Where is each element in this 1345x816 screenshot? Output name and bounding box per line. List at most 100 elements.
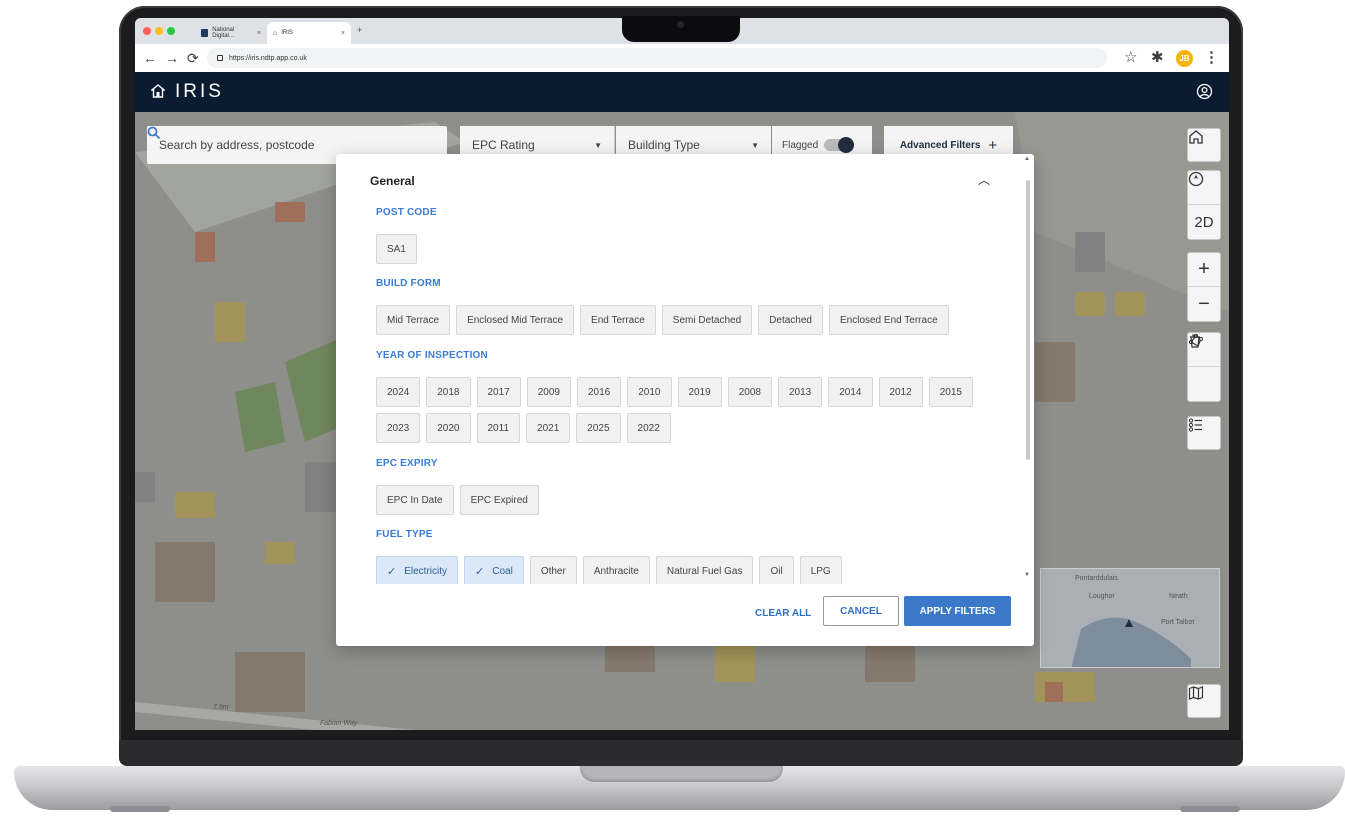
filter-chip[interactable]: 2023 (376, 413, 421, 443)
scroll-up-arrow-icon[interactable]: ▲ (1024, 156, 1030, 162)
lock-icon (217, 55, 223, 61)
filter-chip[interactable]: Enclosed Mid Terrace (456, 305, 575, 335)
legend-button[interactable] (1187, 416, 1221, 450)
filter-chip[interactable]: Semi Detached (661, 305, 753, 335)
minus-icon: − (1198, 292, 1210, 315)
filter-chip[interactable]: LPG (799, 556, 842, 584)
scroll-thumb[interactable] (1026, 180, 1030, 460)
filter-chip[interactable]: 2011 (476, 413, 521, 443)
filter-chip[interactable]: 2012 (878, 377, 923, 407)
filter-chip[interactable]: Natural Fuel Gas (655, 556, 754, 584)
plus-icon: + (1198, 258, 1210, 280)
filter-chip[interactable]: Anthracite (582, 556, 650, 584)
minimap-place-label: Neath (1169, 593, 1188, 600)
minimap-place-label: Loughor (1089, 593, 1115, 600)
tab-close-icon[interactable]: × (257, 30, 261, 37)
window-minimize-icon[interactable] (155, 27, 163, 35)
filters-scroll-area[interactable]: General ︿ POST CODE SA1 BUILD FORM Mid T… (336, 154, 1022, 584)
filter-chip[interactable]: EPC In Date (376, 485, 454, 515)
filter-chip[interactable]: 2014 (828, 377, 873, 407)
filter-chip[interactable]: Detached (758, 305, 823, 335)
zoom-in-button[interactable]: + (1188, 253, 1220, 287)
search-placeholder: Search by address, postcode (159, 138, 315, 152)
home-icon (1189, 130, 1203, 144)
compass-icon (1188, 171, 1204, 187)
new-tab-icon[interactable]: + (357, 25, 362, 35)
user-account-icon[interactable] (1196, 83, 1213, 100)
browser-tab-national-digital[interactable]: National Digital... × (195, 22, 267, 44)
laptop-bezel-bottom (119, 740, 1243, 766)
epc-expiry-options: EPC In Date EPC Expired (376, 485, 539, 515)
extensions-puzzle-icon[interactable]: ✱ (1151, 48, 1164, 66)
home-favicon-icon: ⌂ (273, 29, 278, 37)
chevron-up-icon[interactable]: ︿ (978, 171, 990, 188)
clear-all-button[interactable]: CLEAR ALL (755, 598, 811, 628)
filter-chip[interactable]: 2020 (426, 413, 471, 443)
apply-filters-button[interactable]: APPLY FILTERS (904, 596, 1011, 626)
filter-chip[interactable]: SA1 (376, 234, 417, 264)
back-arrow-icon[interactable]: ← (143, 50, 157, 66)
reload-icon[interactable]: ⟳ (187, 50, 199, 66)
window-close-icon[interactable] (143, 27, 151, 35)
filter-chip[interactable]: 2013 (778, 377, 823, 407)
view-controls-group: 2D (1187, 170, 1221, 240)
fuel-type-options: ✓ Electricity ✓ Coal Other Anthracite Natu… (376, 556, 842, 584)
filter-chip-selected[interactable]: ✓ Electricity (376, 556, 459, 584)
camera-notch (622, 16, 740, 42)
tab-label: IRIS (281, 30, 293, 36)
filter-chip[interactable]: 2025 (576, 413, 621, 443)
url-field[interactable]: https://iris.ndtp.app.co.uk (207, 48, 1107, 68)
scroll-down-arrow-icon[interactable]: ▼ (1024, 572, 1030, 578)
modal-scrollbar[interactable]: ▲ ▼ (1024, 154, 1032, 584)
filter-chip[interactable]: 2022 (626, 413, 671, 443)
zoom-controls-group: + − (1187, 252, 1221, 322)
dialog-actions: CLEAR ALL CANCEL APPLY FILTERS (336, 584, 1034, 646)
window-maximize-icon[interactable] (167, 27, 175, 35)
forward-arrow-icon[interactable]: → (165, 50, 179, 66)
filter-chip[interactable]: 2021 (526, 413, 571, 443)
filter-chip[interactable]: 2017 (476, 377, 521, 407)
zoom-out-button[interactable]: − (1188, 287, 1220, 321)
favicon-icon (201, 29, 209, 37)
cancel-button[interactable]: CANCEL (823, 596, 899, 626)
filter-chip[interactable]: 2015 (928, 377, 973, 407)
year-options-row-1: 2024 2018 2017 2009 2016 2010 2019 2008 … (376, 377, 973, 407)
home-view-button[interactable] (1187, 128, 1221, 162)
build-form-options: Mid Terrace Enclosed Mid Terrace End Ter… (376, 305, 949, 335)
filter-chip[interactable]: 2010 (627, 377, 672, 407)
browser-tab-iris[interactable]: ⌂ IRIS × (267, 22, 351, 44)
delete-shape-button[interactable] (1188, 334, 1220, 401)
filter-chip[interactable]: Other (529, 556, 577, 584)
filter-chip[interactable]: 2008 (727, 377, 772, 407)
compass-button[interactable] (1188, 171, 1220, 205)
flagged-toggle[interactable] (824, 137, 855, 153)
group-label-post-code: POST CODE (376, 207, 437, 218)
filter-chip[interactable]: 2018 (426, 377, 471, 407)
home-logo-icon[interactable] (151, 84, 165, 98)
minimap[interactable]: Pontarddulais Loughor Neath Port Talbot (1040, 568, 1220, 668)
laptop-foot-right (1180, 806, 1240, 812)
filter-chip[interactable]: Oil (759, 556, 794, 584)
filter-chip[interactable]: EPC Expired (459, 485, 539, 515)
profile-avatar[interactable]: JB (1176, 50, 1193, 67)
tab-label: National Digital... (212, 27, 235, 39)
browser-menu-icon[interactable]: ⋮ (1204, 48, 1219, 66)
laptop-foot-left (110, 806, 170, 812)
filter-chip[interactable]: End Terrace (580, 305, 656, 335)
view-mode-2d-button[interactable]: 2D (1188, 205, 1220, 239)
filter-chip[interactable]: 2019 (677, 377, 722, 407)
map-layers-button[interactable] (1187, 684, 1221, 718)
filter-chip[interactable]: 2016 (577, 377, 622, 407)
camera-icon (677, 21, 684, 28)
bookmark-star-icon[interactable]: ☆ (1124, 48, 1137, 66)
caret-down-icon: ▼ (594, 140, 602, 150)
filter-chip[interactable]: 2009 (526, 377, 571, 407)
map-icon (1188, 686, 1204, 700)
group-label-fuel-type: FUEL TYPE (376, 529, 433, 540)
filter-chip[interactable]: 2024 (376, 377, 421, 407)
group-label-build-form: BUILD FORM (376, 278, 441, 289)
filter-chip[interactable]: Enclosed End Terrace (828, 305, 949, 335)
filter-chip-selected[interactable]: ✓ Coal (464, 556, 524, 584)
filter-chip[interactable]: Mid Terrace (376, 305, 451, 335)
tab-close-icon[interactable]: × (341, 30, 345, 37)
